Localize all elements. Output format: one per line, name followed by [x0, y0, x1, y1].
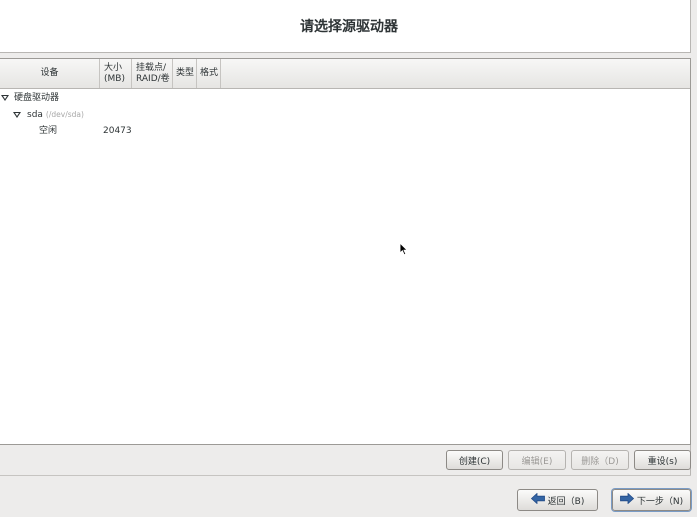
column-header-type[interactable]: 类型	[173, 59, 197, 88]
device-path: (/dev/sda)	[45, 110, 84, 119]
size-value: 20473	[103, 126, 132, 136]
column-header-device[interactable]: 设备	[0, 59, 100, 88]
create-button[interactable]: 创建(C)	[446, 450, 503, 470]
arrow-right-icon	[619, 492, 634, 507]
tree-row-hard-drives[interactable]: 硬盘驱动器	[0, 90, 690, 106]
device-label: 空闲	[39, 126, 58, 136]
arrow-left-icon	[530, 492, 545, 507]
column-header-size[interactable]: 大小 (MB)	[100, 59, 132, 88]
reset-button[interactable]: 重设(s)	[634, 450, 691, 470]
delete-button: 删除（D)	[571, 450, 629, 470]
device-tree-panel[interactable]: 设备 大小 (MB) 挂载点/ RAID/卷 类型 格式 硬盘驱动器 sda (/…	[0, 58, 691, 445]
divider	[0, 475, 691, 476]
column-header-mount[interactable]: 挂载点/ RAID/卷	[132, 59, 173, 88]
mouse-pointer-icon	[399, 241, 409, 259]
tree-row-sda[interactable]: sda (/dev/sda)	[0, 107, 690, 123]
header-bar: 请选择源驱动器	[0, 0, 691, 53]
page-title: 请选择源驱动器	[300, 19, 398, 35]
back-button[interactable]: 返回（B)	[517, 489, 598, 511]
triangle-down-icon[interactable]	[1, 95, 9, 101]
triangle-down-icon[interactable]	[13, 112, 21, 118]
device-label: 硬盘驱动器	[14, 93, 60, 103]
next-button[interactable]: 下一步（N)	[612, 489, 691, 511]
table-header: 设备 大小 (MB) 挂载点/ RAID/卷 类型 格式	[0, 59, 690, 89]
tree-row-free[interactable]: 空闲 20473	[0, 123, 690, 139]
edit-button: 编辑(E)	[508, 450, 566, 470]
column-header-format[interactable]: 格式	[197, 59, 221, 88]
device-label: sda	[27, 110, 43, 120]
